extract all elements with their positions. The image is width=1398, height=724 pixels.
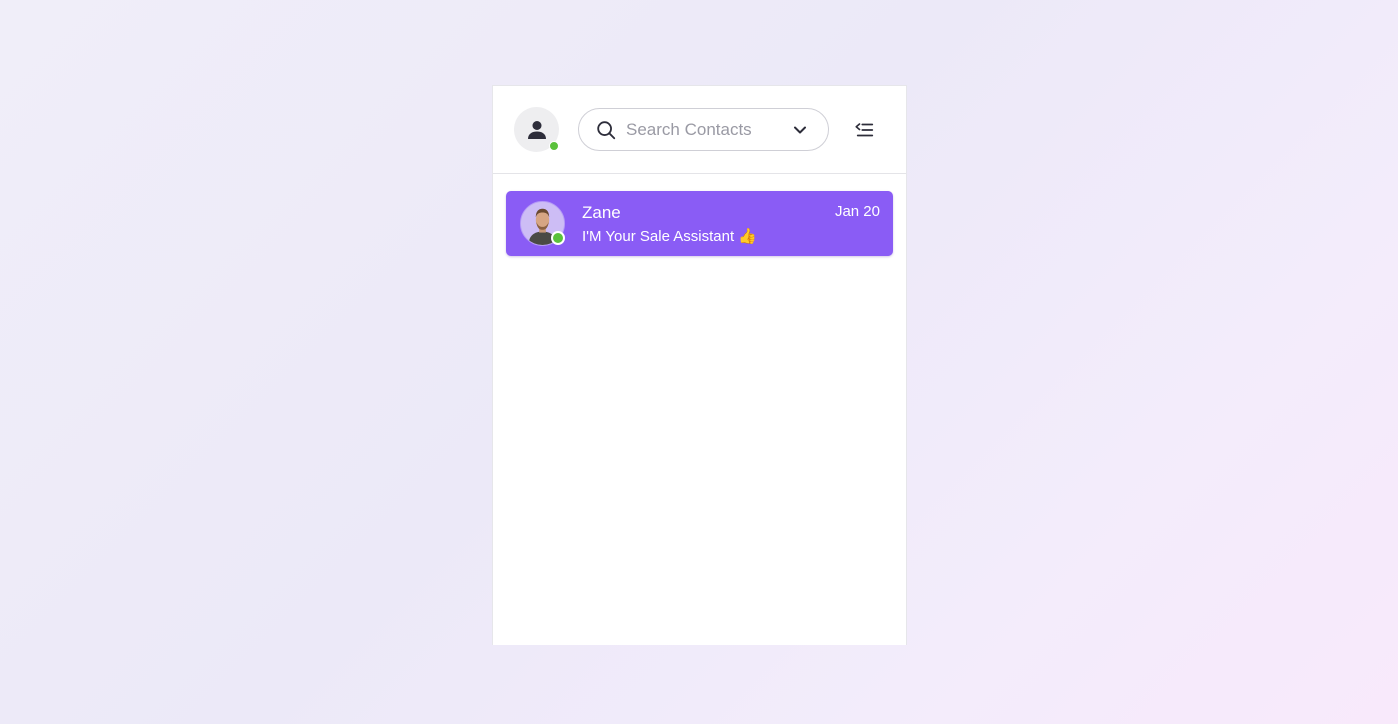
contact-list: Zane I'M Your Sale Assistant 👍 Jan 20 — [493, 174, 906, 256]
contact-name: Zane — [582, 203, 621, 222]
user-icon — [527, 120, 546, 139]
contact-item[interactable]: Zane I'M Your Sale Assistant 👍 Jan 20 — [506, 191, 893, 256]
contact-date: Jan 20 — [834, 203, 880, 220]
search-icon — [597, 120, 616, 139]
chevron-down-icon[interactable] — [792, 122, 808, 138]
contact-last-message: I'M Your Sale Assistant 👍 — [582, 228, 757, 245]
search-input[interactable] — [626, 119, 786, 140]
contacts-panel: Zane I'M Your Sale Assistant 👍 Jan 20 — [492, 85, 907, 645]
collapse-sidebar-button[interactable] — [853, 118, 877, 142]
online-status-dot — [549, 141, 559, 151]
collapse-menu-icon — [855, 123, 874, 137]
panel-header — [493, 86, 906, 174]
user-avatar[interactable] — [514, 107, 559, 152]
contact-online-dot — [551, 231, 565, 245]
search-box — [578, 108, 829, 151]
